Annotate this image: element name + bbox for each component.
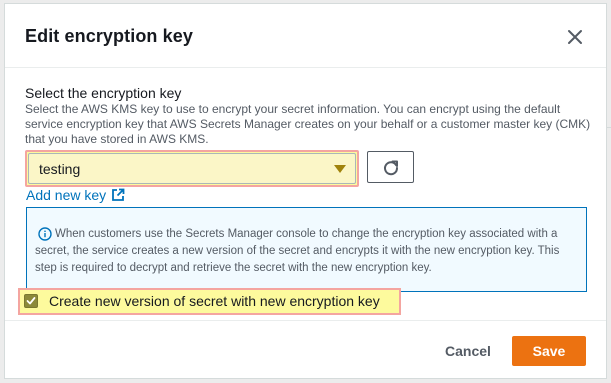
refresh-icon [384,160,399,176]
selected-key-value: testing [39,161,81,177]
info-alert: When customers use the Secrets Manager c… [26,207,587,292]
encryption-key-select[interactable]: testing [28,153,356,184]
save-button[interactable]: Save [512,336,586,366]
edit-encryption-key-modal: Edit encryption key Select the encryptio… [4,3,607,379]
cancel-button[interactable]: Cancel [437,336,499,366]
modal-title: Edit encryption key [25,26,193,46]
checkmark-icon [26,297,36,305]
new-version-checkbox-label: Create new version of secret with new en… [49,293,380,309]
external-link-icon [112,188,125,201]
encryption-key-description: Select the AWS KMS key to use to encrypt… [25,102,591,146]
new-version-checkbox[interactable] [24,294,38,308]
add-new-key-label: Add new key [26,187,107,203]
new-version-checkbox-row[interactable]: Create new version of secret with new en… [24,293,380,309]
encryption-key-label: Select the encryption key [25,85,182,101]
add-new-key-link[interactable]: Add new key [26,187,125,203]
close-button[interactable] [565,27,585,47]
info-text: When customers use the Secrets Manager c… [35,228,560,274]
modal-header: Edit encryption key [5,4,606,68]
refresh-keys-button[interactable] [367,151,414,183]
caret-down-icon [334,165,346,173]
close-icon [568,30,582,44]
